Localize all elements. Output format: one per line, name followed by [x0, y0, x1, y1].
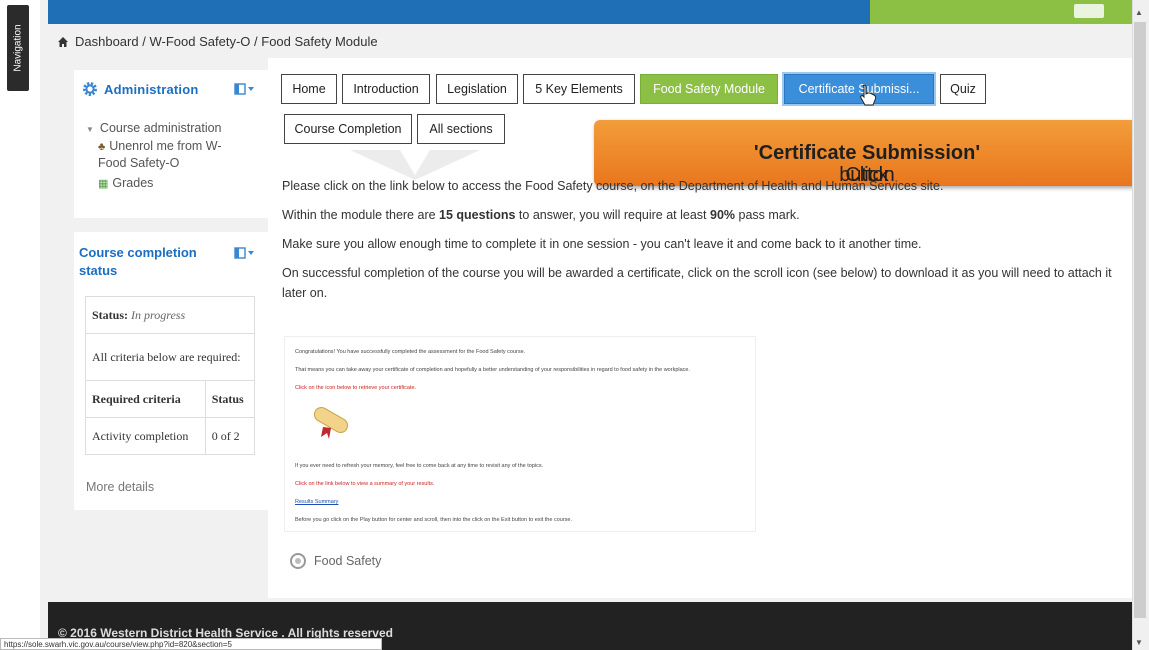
table-row: Status: In progress: [85, 296, 255, 334]
p2-mid: to answer, you will require at least: [515, 208, 710, 222]
breadcrumb: Dashboard / W-Food Safety-O / Food Safet…: [58, 34, 378, 49]
tab-legislation[interactable]: Legislation: [436, 74, 518, 104]
tab-5-key-elements[interactable]: 5 Key Elements: [523, 74, 635, 104]
tree-item-unenrol[interactable]: ♣ Unenrol me from W-Food Safety-O: [86, 138, 248, 171]
scroll-icon[interactable]: [307, 403, 355, 443]
scroll-up-arrow-icon[interactable]: ▲: [1135, 8, 1143, 17]
p2-passmark: 90%: [710, 208, 736, 222]
cert-line-before-go: Before you go click on the Play button f…: [295, 517, 572, 523]
caret-down-icon: ▼: [86, 125, 94, 134]
status-label: Status:: [92, 307, 129, 322]
tree-item-course-administration[interactable]: ▼ Course administration: [86, 120, 248, 138]
tab-course-completion[interactable]: Course Completion: [284, 114, 412, 144]
more-details-link[interactable]: More details: [86, 480, 154, 494]
status-cell: 0 of 2: [204, 417, 256, 455]
p2-pre: Within the module there are: [282, 208, 440, 222]
scorm-package-icon: [290, 553, 306, 569]
cert-line-click-link: Click on the link below to view a summar…: [295, 481, 435, 487]
breadcrumb-dashboard[interactable]: Dashboard: [75, 34, 139, 49]
tab-introduction[interactable]: Introduction: [342, 74, 430, 104]
header-menu-button[interactable]: [1074, 4, 1104, 18]
gear-icon: [83, 82, 97, 96]
table-row: All criteria below are required:: [85, 333, 255, 381]
breadcrumb-course[interactable]: W-Food Safety-O: [149, 34, 250, 49]
dock-block-icon[interactable]: [234, 83, 256, 95]
administration-title: Administration: [104, 82, 199, 97]
unenrol-label: Unenrol me from W-Food Safety-O: [98, 139, 222, 170]
top-header-bar: [48, 0, 870, 24]
intro-paragraph-2: Within the module there are 15 questions…: [282, 205, 1122, 225]
navigation-tab[interactable]: Navigation: [7, 5, 29, 91]
p2-post: pass mark.: [735, 208, 800, 222]
breadcrumb-separator: /: [142, 34, 146, 49]
navigation-drawer-strip: [0, 0, 40, 650]
grades-label: Grades: [112, 176, 154, 190]
hand-cursor-icon: [860, 84, 877, 106]
callout-bold: 'Certificate Submission': [753, 142, 981, 164]
tree-item-grades[interactable]: ▦ Grades: [86, 175, 248, 192]
course-administration-label: Course administration: [99, 121, 222, 135]
results-summary-link[interactable]: Results Summary: [295, 499, 338, 505]
table-row: Activity completion 0 of 2: [85, 417, 256, 455]
callout-text: Click 'Certificate Submission' button: [594, 142, 1140, 186]
user-remove-icon: ♣: [98, 141, 106, 153]
criteria-cell: Activity completion: [85, 417, 206, 455]
administration-tree: ▼ Course administration ♣ Unenrol me from …: [86, 120, 248, 192]
criteria-note: All criteria below are required:: [92, 349, 241, 364]
scrollbar-thumb[interactable]: [1134, 22, 1146, 618]
column-header-status: Status: [204, 380, 256, 418]
certificate-preview-image: Congratulations! You have successfully c…: [284, 336, 756, 532]
intro-paragraph-1: Please click on the link below to access…: [282, 179, 944, 193]
intro-paragraph-4: On successful completion of the course y…: [282, 266, 1112, 300]
intro-text: Please click on the link below to access…: [282, 176, 1122, 312]
table-row: Required criteria Status: [85, 380, 256, 418]
cert-line-congratulations: Congratulations! You have successfully c…: [295, 349, 526, 355]
browser-status-url: https://sole.swarh.vic.gov.au/course/vie…: [0, 638, 382, 650]
dock-block-icon[interactable]: [234, 247, 256, 259]
navigation-tab-label: Navigation: [12, 24, 24, 72]
breadcrumb-separator: /: [254, 34, 258, 49]
cert-line-means: That means you can take away your certif…: [295, 367, 691, 373]
administration-block: Administration ▼ Course administration ♣ U…: [74, 70, 268, 218]
column-header-criteria: Required criteria: [85, 380, 206, 418]
intro-paragraph-3: Make sure you allow enough time to compl…: [282, 237, 922, 251]
food-safety-scorm-link[interactable]: Food Safety: [288, 552, 381, 570]
breadcrumb-current: Food Safety Module: [261, 34, 378, 49]
cert-line-click-icon: Click on the icon below to retrieve your…: [295, 385, 417, 391]
status-value: In progress: [131, 307, 186, 322]
tab-quiz[interactable]: Quiz: [940, 74, 986, 104]
completion-criteria-table: Status: In progress All criteria below a…: [85, 296, 256, 455]
course-completion-block: Course completion status Status: In prog…: [74, 232, 268, 510]
food-safety-label: Food Safety: [314, 554, 382, 568]
home-icon: [58, 37, 68, 47]
cert-line-refresh: If you ever need to refresh your memory,…: [295, 463, 544, 469]
p2-questions: 15 questions: [439, 208, 516, 222]
scroll-down-arrow-icon[interactable]: ▼: [1135, 638, 1143, 647]
grades-icon: ▦: [98, 178, 109, 190]
tab-home[interactable]: Home: [281, 74, 337, 104]
tab-all-sections[interactable]: All sections: [417, 114, 505, 144]
course-completion-title: Course completion status: [79, 245, 197, 278]
tab-food-safety-module[interactable]: Food Safety Module: [640, 74, 778, 104]
